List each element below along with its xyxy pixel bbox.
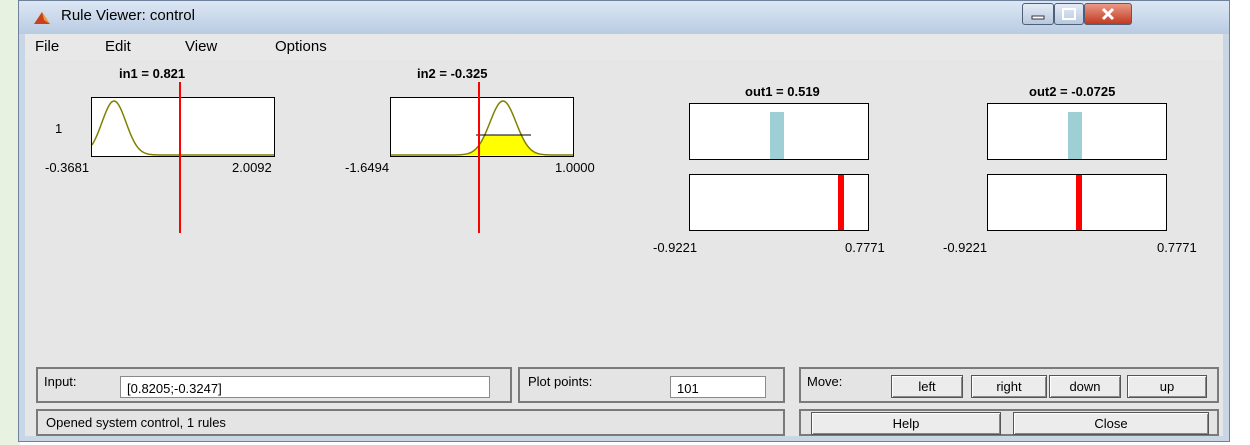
- output1-rule-plot: [689, 103, 869, 160]
- input2-label: in2 = -0.325: [417, 66, 488, 81]
- title-bar: Rule Viewer: control: [19, 1, 1229, 34]
- output2-rule-bar: [1068, 112, 1082, 159]
- input2-mf-plot: [390, 97, 574, 157]
- input1-mf-plot: [91, 97, 275, 157]
- input2-value-marker[interactable]: [478, 82, 480, 233]
- output2-max: 0.7771: [1157, 240, 1197, 255]
- menu-file[interactable]: File: [35, 38, 59, 55]
- window-title: Rule Viewer: control: [61, 7, 195, 24]
- input1-label: in1 = 0.821: [119, 66, 186, 81]
- move-down-button[interactable]: down: [1049, 375, 1121, 398]
- menu-options[interactable]: Options: [275, 38, 327, 55]
- menu-edit[interactable]: Edit: [105, 38, 131, 55]
- input2-min: -1.6494: [345, 160, 390, 175]
- output1-aggregate-plot: [689, 174, 869, 231]
- move-label: Move:: [807, 374, 843, 389]
- move-left-button[interactable]: left: [891, 375, 963, 398]
- input2-max: 1.0000: [555, 160, 595, 175]
- output2-value-marker: [1076, 175, 1082, 230]
- move-panel: Move: left right down up: [799, 367, 1219, 403]
- plot-points-label: Plot points:: [528, 374, 593, 389]
- rule-viewer-window: Rule Viewer: control File Edit View Opti…: [18, 0, 1230, 442]
- plot-points-panel: Plot points: 101: [518, 367, 785, 403]
- output2-rule-plot: [987, 103, 1167, 160]
- input1-max: 2.0092: [232, 160, 272, 175]
- input-field[interactable]: [0.8205;-0.3247]: [120, 376, 490, 398]
- output2-label: out2 = -0.0725: [1029, 84, 1116, 99]
- output2-min: -0.9221: [943, 240, 988, 255]
- matlab-icon: [34, 12, 50, 24]
- output2-aggregate-plot: [987, 174, 1167, 231]
- close-dialog-button[interactable]: Close: [1013, 412, 1209, 435]
- output1-rule-bar: [770, 112, 784, 159]
- output1-max: 0.7771: [845, 240, 885, 255]
- input1-value-marker[interactable]: [179, 82, 181, 233]
- rule-number: 1: [55, 121, 63, 136]
- move-up-button[interactable]: up: [1127, 375, 1207, 398]
- status-panel: Opened system control, 1 rules: [36, 409, 785, 436]
- background-decoration: [0, 0, 20, 445]
- rule-viewer-content: in1 = 0.821 1 -0.3681 2.0092 in2 = -0.32…: [25, 60, 1223, 436]
- move-right-button[interactable]: right: [971, 375, 1047, 398]
- plot-points-field[interactable]: 101: [670, 376, 766, 398]
- menu-view[interactable]: View: [185, 38, 217, 55]
- output1-min: -0.9221: [653, 240, 698, 255]
- maximize-button[interactable]: [1054, 3, 1084, 25]
- menu-bar: File Edit View Options: [25, 34, 1223, 60]
- help-button[interactable]: Help: [811, 412, 1001, 435]
- action-panel: Help Close: [799, 409, 1219, 436]
- input2-membership-curve: [391, 100, 573, 156]
- minimize-icon: [1031, 15, 1045, 20]
- output1-value-marker: [838, 175, 844, 230]
- input-panel: Input: [0.8205;-0.3247]: [36, 367, 512, 403]
- close-button[interactable]: [1084, 3, 1132, 25]
- input1-min: -0.3681: [45, 160, 90, 175]
- minimize-button[interactable]: [1022, 3, 1054, 25]
- input1-membership-curve: [91, 100, 274, 156]
- maximize-icon: [1062, 8, 1076, 20]
- close-icon: [1101, 7, 1115, 21]
- status-text: Opened system control, 1 rules: [46, 415, 226, 430]
- input-label: Input:: [44, 374, 77, 389]
- output1-label: out1 = 0.519: [745, 84, 820, 99]
